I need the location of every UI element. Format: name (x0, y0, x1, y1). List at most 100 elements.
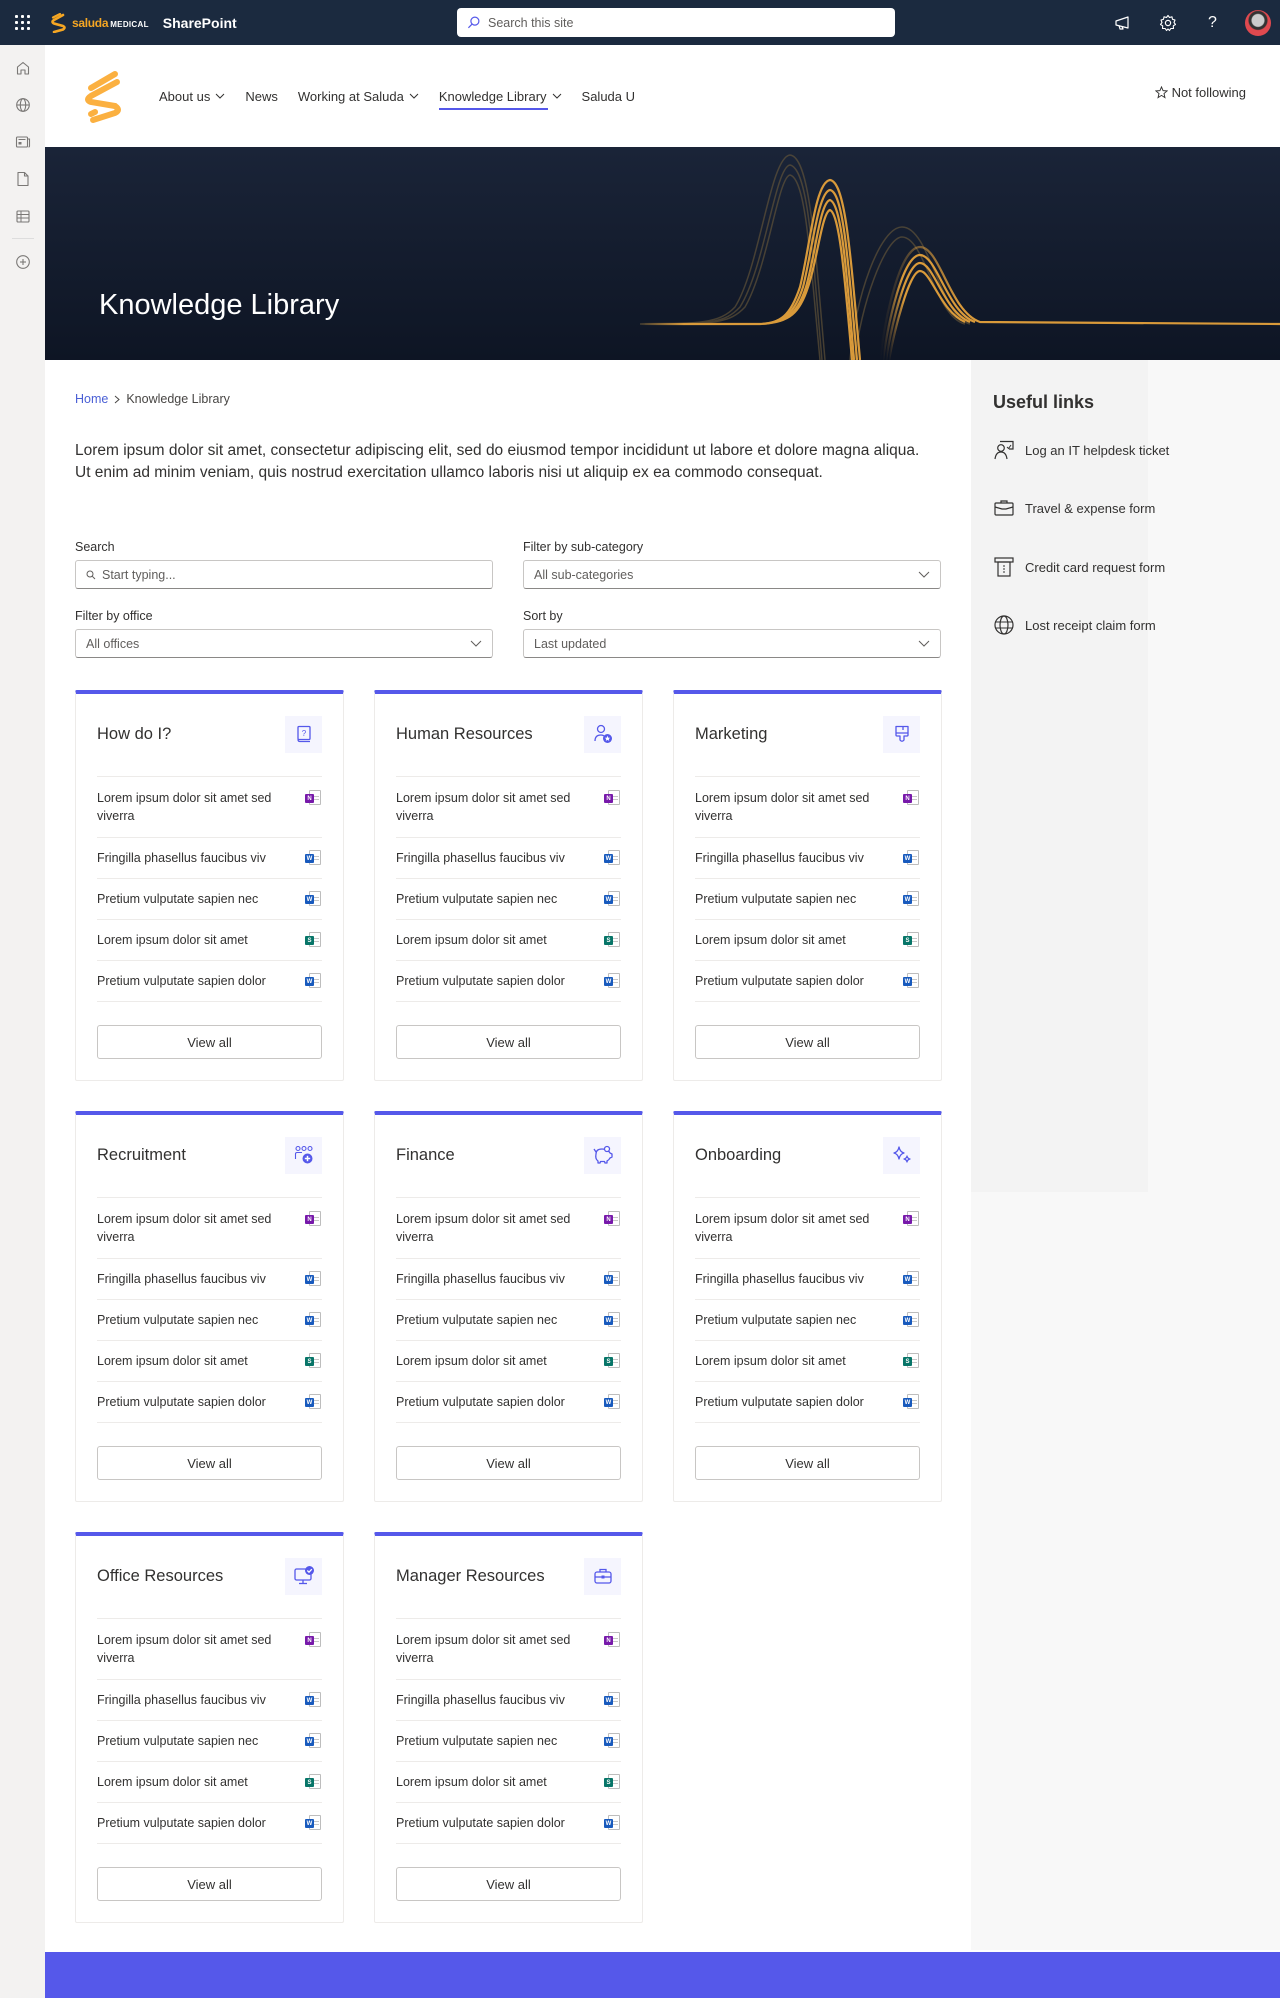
footer-band (45, 1952, 1280, 1998)
nav-saluda-u[interactable]: Saluda U (572, 76, 645, 116)
view-all-button[interactable]: View all (695, 1446, 920, 1480)
site-logo[interactable] (79, 68, 129, 124)
card-title: Marketing (695, 724, 768, 743)
document-title: Lorem ipsum dolor sit amet (97, 1775, 248, 1789)
list-item[interactable]: Pretium vulputate sapien dolor W (97, 1803, 322, 1844)
list-item[interactable]: Fringilla phasellus faucibus viv W (396, 1259, 621, 1300)
list-item[interactable]: Pretium vulputate sapien nec W (97, 1721, 322, 1762)
list-item[interactable]: Lorem ipsum dolor sit amet sed viverra N (695, 1198, 920, 1259)
list-item[interactable]: Pretium vulputate sapien nec W (695, 1300, 920, 1341)
list-item[interactable]: Fringilla phasellus faucibus viv W (695, 838, 920, 879)
list-item[interactable]: Fringilla phasellus faucibus viv W (396, 1680, 621, 1721)
list-item[interactable]: Lorem ipsum dolor sit amet sed viverra N (396, 1198, 621, 1259)
list-item[interactable]: Pretium vulputate sapien dolor W (396, 1382, 621, 1423)
list-item[interactable]: Pretium vulputate sapien nec W (396, 1300, 621, 1341)
view-all-button[interactable]: View all (396, 1025, 621, 1059)
rail-files-button[interactable] (0, 160, 45, 197)
view-all-button[interactable]: View all (396, 1867, 621, 1901)
link-it-helpdesk[interactable]: Log an IT helpdesk ticket (993, 440, 1169, 460)
list-item[interactable]: Lorem ipsum dolor sit amet S (97, 1762, 322, 1803)
list-item[interactable]: Fringilla phasellus faucibus viv W (97, 838, 322, 879)
word-file-icon: W (304, 890, 322, 908)
panel-background (971, 360, 1148, 1192)
word-file-icon: W (304, 1732, 322, 1750)
list-item[interactable]: Lorem ipsum dolor sit amet sed viverra N (97, 1619, 322, 1680)
link-travel-expense[interactable]: Travel & expense form (993, 498, 1155, 518)
list-item[interactable]: Fringilla phasellus faucibus viv W (97, 1680, 322, 1721)
list-item[interactable]: Pretium vulputate sapien nec W (396, 879, 621, 920)
list-item[interactable]: Fringilla phasellus faucibus viv W (396, 838, 621, 879)
list-item[interactable]: Pretium vulputate sapien nec W (396, 1721, 621, 1762)
useful-links-panel: Useful links Log an IT helpdesk ticket T… (971, 360, 1280, 1950)
list-item[interactable]: Pretium vulputate sapien dolor W (695, 1382, 920, 1423)
app-launcher-button[interactable] (0, 0, 45, 45)
rail-news-button[interactable] (0, 123, 45, 160)
list-item[interactable]: Lorem ipsum dolor sit amet sed viverra N (97, 777, 322, 838)
subcategory-dropdown[interactable]: All sub-categories (523, 560, 941, 589)
search-input[interactable]: Start typing... (75, 560, 493, 589)
view-all-button[interactable]: View all (97, 1025, 322, 1059)
list-item[interactable]: Lorem ipsum dolor sit amet S (97, 1341, 322, 1382)
document-title: Pretium vulputate sapien dolor (695, 1395, 864, 1409)
list-item[interactable]: Lorem ipsum dolor sit amet sed viverra N (695, 777, 920, 838)
onenote-file-icon: N (902, 789, 920, 807)
rail-lists-button[interactable] (0, 197, 45, 234)
rail-home-button[interactable] (0, 49, 45, 86)
nav-knowledge-library[interactable]: Knowledge Library (429, 76, 572, 116)
app-name[interactable]: SharePoint (163, 15, 237, 31)
link-lost-receipt[interactable]: Lost receipt claim form (993, 614, 1156, 636)
list-item[interactable]: Pretium vulputate sapien dolor W (97, 1382, 322, 1423)
sway-file-icon: S (603, 1352, 621, 1370)
card-header: Manager Resources (396, 1556, 621, 1596)
view-all-button[interactable]: View all (396, 1446, 621, 1480)
list-item[interactable]: Pretium vulputate sapien dolor W (396, 961, 621, 1002)
list-item[interactable]: Pretium vulputate sapien dolor W (97, 961, 322, 1002)
intro-text: Lorem ipsum dolor sit amet, consectetur … (75, 442, 920, 481)
waffle-icon (15, 15, 30, 30)
person-star-icon (584, 715, 621, 753)
help-button[interactable]: ? (1190, 0, 1235, 45)
document-title: Fringilla phasellus faucibus viv (396, 851, 565, 865)
sway-file-icon: S (603, 931, 621, 949)
list-item[interactable]: Pretium vulputate sapien nec W (97, 1300, 322, 1341)
news-megaphone-button[interactable] (1100, 0, 1145, 45)
nav-news[interactable]: News (235, 76, 288, 116)
file-icon (16, 171, 29, 186)
follow-button[interactable]: Not following (1154, 85, 1246, 100)
paintbrush-icon (883, 715, 920, 753)
list-item[interactable]: Lorem ipsum dolor sit amet S (695, 1341, 920, 1382)
site-search-input[interactable]: Search this site (457, 8, 895, 37)
account-button[interactable] (1235, 0, 1280, 45)
list-item[interactable]: Lorem ipsum dolor sit amet S (97, 920, 322, 961)
list-item[interactable]: Pretium vulputate sapien dolor W (396, 1803, 621, 1844)
brand-logo[interactable]: saluda MEDICAL (50, 12, 149, 33)
rail-create-button[interactable] (0, 243, 45, 280)
list-item[interactable]: Lorem ipsum dolor sit amet S (396, 1762, 621, 1803)
document-title: Pretium vulputate sapien dolor (396, 1816, 565, 1830)
view-all-button[interactable]: View all (97, 1446, 322, 1480)
nav-working-at-saluda[interactable]: Working at Saluda (288, 76, 429, 116)
list-item[interactable]: Fringilla phasellus faucibus viv W (695, 1259, 920, 1300)
card-title: Manager Resources (396, 1566, 545, 1585)
office-dropdown[interactable]: All offices (75, 629, 493, 658)
list-item[interactable]: Pretium vulputate sapien dolor W (695, 961, 920, 1002)
list-item[interactable]: Lorem ipsum dolor sit amet sed viverra N (396, 1619, 621, 1680)
view-all-button[interactable]: View all (97, 1867, 322, 1901)
list-item[interactable]: Pretium vulputate sapien nec W (695, 879, 920, 920)
breadcrumb-home-link[interactable]: Home (75, 392, 108, 406)
link-credit-card[interactable]: Credit card request form (993, 556, 1165, 578)
settings-button[interactable] (1145, 0, 1190, 45)
list-item[interactable]: Fringilla phasellus faucibus viv W (97, 1259, 322, 1300)
list-item[interactable]: Pretium vulputate sapien nec W (97, 879, 322, 920)
list-item[interactable]: Lorem ipsum dolor sit amet sed viverra N (97, 1198, 322, 1259)
list-item[interactable]: Lorem ipsum dolor sit amet S (695, 920, 920, 961)
list-item[interactable]: Lorem ipsum dolor sit amet S (396, 1341, 621, 1382)
list-item[interactable]: Lorem ipsum dolor sit amet S (396, 920, 621, 961)
sort-dropdown[interactable]: Last updated (523, 629, 941, 658)
nav-about-us[interactable]: About us (149, 76, 235, 116)
list-item[interactable]: Lorem ipsum dolor sit amet sed viverra N (396, 777, 621, 838)
globe-icon (994, 615, 1014, 635)
view-all-button[interactable]: View all (695, 1025, 920, 1059)
rail-sites-button[interactable] (0, 86, 45, 123)
word-file-icon: W (902, 1393, 920, 1411)
